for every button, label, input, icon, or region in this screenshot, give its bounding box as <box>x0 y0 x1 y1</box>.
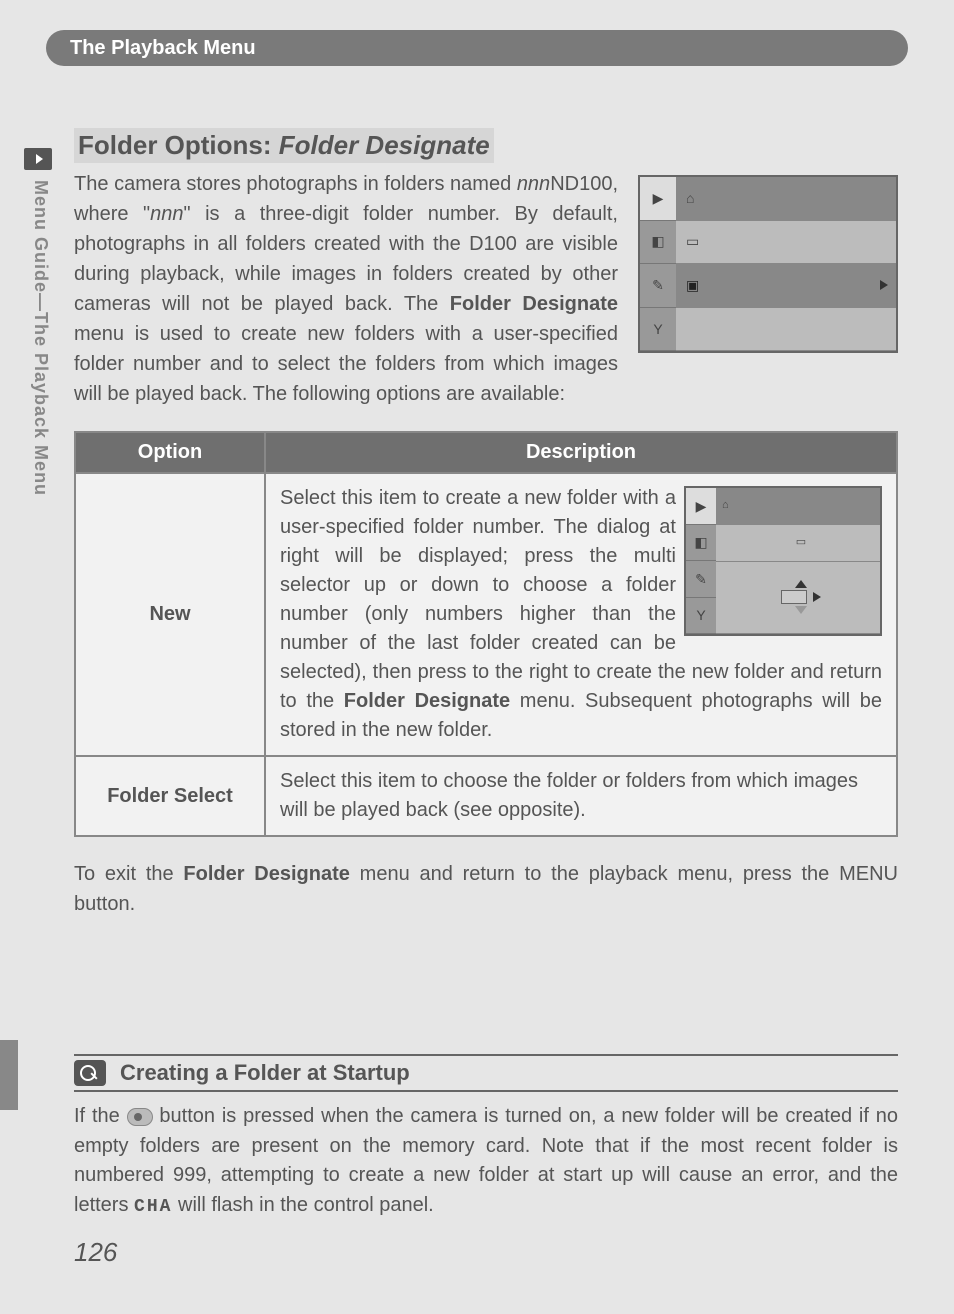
mini-tab-playback-icon: ▶ <box>686 488 716 525</box>
intro-block: The camera stores photographs in folders… <box>74 169 898 409</box>
tip-body: If the button is pressed when the camera… <box>74 1102 898 1220</box>
exit-2: menu and return to the playback menu, pr… <box>350 863 839 885</box>
exit-bold: Folder Designate <box>183 863 349 885</box>
intro-bold: Folder Designate <box>450 293 618 315</box>
exit-1: To exit the <box>74 863 183 885</box>
option-folder-select-label: Folder Select <box>75 756 265 836</box>
section-title-em: Folder Designate <box>279 130 490 160</box>
intro-nnn-1: nnn <box>517 173 550 195</box>
page-number: 126 <box>74 1237 117 1268</box>
table-row-folder-select: Folder Select Select this item to choose… <box>75 756 897 836</box>
tip-title: Creating a Folder at Startup <box>120 1060 410 1086</box>
mini-row-nav <box>716 562 880 635</box>
new-desc-bold: Folder Designate <box>344 690 510 712</box>
tip-b1: If the <box>74 1105 127 1127</box>
mini-row-1: ⌂ <box>716 488 880 525</box>
down-arrow-icon <box>795 606 807 614</box>
menu-row-selected: ▣ <box>676 264 896 308</box>
section-title: Folder Options: Folder Designate <box>74 128 494 163</box>
number-field-icon <box>781 590 807 604</box>
mini-tab-pencil-icon: ✎ <box>686 561 716 598</box>
col-description: Description <box>265 432 897 473</box>
table-row-new: New ▶ ◧ ✎ Y ⌂ ▭ <box>75 473 897 756</box>
menu-row-1: ⌂ <box>676 177 896 221</box>
mini-tab-wrench-icon: Y <box>686 598 716 635</box>
menu-right-rows: ⌂ ▭ ▣ <box>676 177 896 351</box>
tip-header: Creating a Folder at Startup <box>74 1054 898 1092</box>
tip-b3: will flash in the control panel. <box>172 1194 433 1216</box>
page-header-bar: The Playback Menu <box>46 30 908 66</box>
options-table: Option Description New ▶ ◧ ✎ Y <box>74 431 898 837</box>
tab-pencil-icon: ✎ <box>640 264 676 308</box>
menu-row-2: ▭ <box>676 221 896 265</box>
left-margin-bar <box>0 1040 18 1110</box>
intro-part-1: The camera stores photographs in folders… <box>74 173 517 195</box>
exit-menu-word: MENU <box>839 863 898 885</box>
camera-menu-screenshot-new: ▶ ◧ ✎ Y ⌂ ▭ <box>684 486 882 636</box>
menu-row-4 <box>676 308 896 352</box>
right-arrow-icon <box>813 592 821 602</box>
exit-text: To exit the Folder Designate menu and re… <box>74 859 898 919</box>
main-content: Folder Options: Folder Designate The cam… <box>74 128 898 919</box>
playback-section-icon <box>24 148 52 170</box>
camera-menu-screenshot-main: ▶ ◧ ✎ Y ⌂ ▭ ▣ <box>638 175 898 353</box>
intro-nnn-2: nnn <box>150 203 183 225</box>
side-section-label: Menu Guide—The Playback Menu <box>30 180 51 496</box>
tip-seg-letters: CHA <box>134 1197 172 1217</box>
key-button-icon <box>127 1108 153 1126</box>
intro-part-4: menu is used to create new folders with … <box>74 323 618 405</box>
tip-section: Creating a Folder at Startup If the butt… <box>74 1054 898 1220</box>
nav-arrows <box>781 580 821 614</box>
page-header-title: The Playback Menu <box>70 37 256 60</box>
tab-wrench-icon: Y <box>640 308 676 352</box>
option-new-desc: ▶ ◧ ✎ Y ⌂ ▭ <box>265 473 897 756</box>
menu-left-tabs: ▶ ◧ ✎ Y <box>640 177 676 351</box>
section-title-prefix: Folder Options: <box>78 130 279 160</box>
intro-text: The camera stores photographs in folders… <box>74 169 618 409</box>
tab-playback-icon: ▶ <box>640 177 676 221</box>
option-new-label: New <box>75 473 265 756</box>
up-arrow-icon <box>795 580 807 588</box>
exit-3: button. <box>74 893 135 915</box>
mini-row-2: ▭ <box>716 525 880 562</box>
mini-tab-camera-icon: ◧ <box>686 525 716 562</box>
tab-camera-icon: ◧ <box>640 221 676 265</box>
option-folder-select-desc: Select this item to choose the folder or… <box>265 756 897 836</box>
col-option: Option <box>75 432 265 473</box>
magnifier-icon <box>74 1060 106 1086</box>
